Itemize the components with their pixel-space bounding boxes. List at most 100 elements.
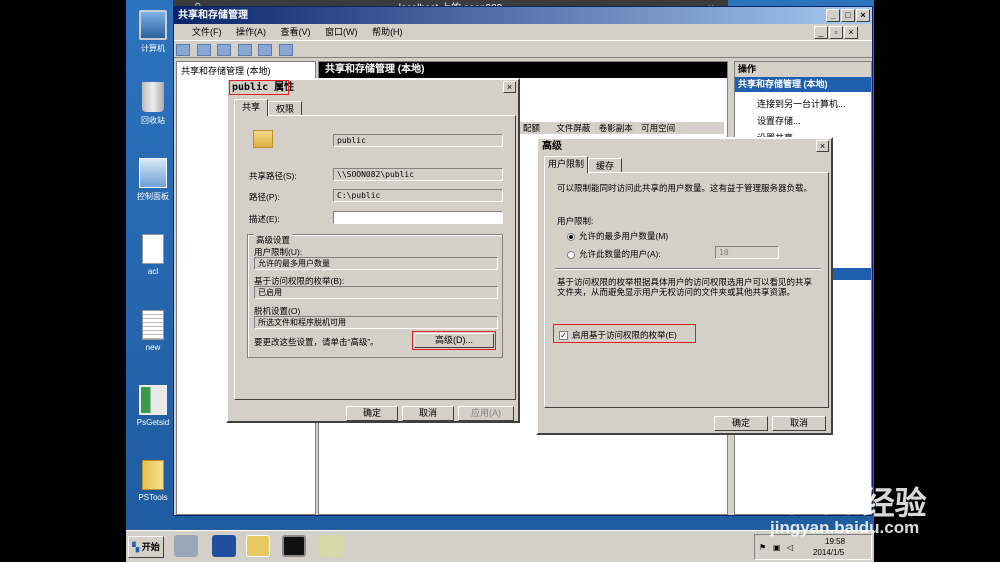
start-label: 开始 <box>141 542 160 552</box>
abe-field: 已启用 <box>254 286 498 299</box>
desktop-icon-label: new <box>145 343 161 352</box>
column-quota[interactable]: 配额 <box>523 123 540 133</box>
computer-icon <box>139 10 167 40</box>
advanced-dialog: 高级 × 用户限制 缓存 可以限制能同时访问此共享的用户数量。这有益于管理服务器… <box>536 137 833 435</box>
close-button[interactable]: × <box>856 9 870 22</box>
user-count-spinner[interactable]: 10 <box>715 246 779 259</box>
back-icon[interactable] <box>176 44 190 56</box>
desktop-icon-control-panel[interactable]: 控制面板 <box>130 158 176 202</box>
ok-button[interactable]: 确定 <box>714 416 768 431</box>
child-minimize-button[interactable]: _ <box>814 26 828 39</box>
control-panel-icon <box>139 158 167 188</box>
ok-button[interactable]: 确定 <box>346 406 398 421</box>
advanced-group-label: 高级设置 <box>254 234 293 246</box>
window-titlebar: 共享和存储管理 _ □ × <box>174 7 872 24</box>
action-pane-icon[interactable] <box>278 44 293 56</box>
properties-dialog: public 属性 × 共享 权限 public 共享路径(S): \\SOON… <box>226 78 520 423</box>
network-icon[interactable]: ▣ <box>773 543 781 552</box>
column-headers: 配额 文件屏蔽 卷影副本 可用空间 <box>519 122 724 134</box>
desktop-icon-label: 回收站 <box>141 116 165 125</box>
menu-file[interactable]: 文件(F) <box>192 27 222 37</box>
desktop-icon-label: 控制面板 <box>137 192 169 201</box>
share-path-field: \\SOON082\public <box>333 168 503 181</box>
properties-icon[interactable] <box>237 44 252 56</box>
application-icon <box>139 385 167 415</box>
shared-folder-icon <box>253 130 273 148</box>
text-file-icon <box>142 310 164 340</box>
flag-icon[interactable]: ⚑ <box>759 543 766 552</box>
desktop-icon-acl[interactable]: acl <box>130 234 176 276</box>
action-connect[interactable]: 连接到另一台计算机... <box>757 96 871 113</box>
radio-max-users[interactable]: 允许的最多用户数量(M) <box>567 230 668 242</box>
menu-view[interactable]: 查看(V) <box>281 27 311 37</box>
explorer-icon[interactable] <box>246 535 270 557</box>
apply-button[interactable]: 应用(A) <box>458 406 514 421</box>
column-file-screen[interactable]: 文件屏蔽 <box>556 123 590 133</box>
tree-root-label: 共享和存储管理 (本地) <box>181 66 271 76</box>
dialog-close-button[interactable]: × <box>503 81 516 93</box>
volume-icon[interactable]: ◁ <box>787 543 793 552</box>
toolbar <box>174 40 872 58</box>
abe-description: 基于访问权限的枚举根据具体用户的访问权限选用户可以看见的共享文件夹，从而避免显示… <box>557 277 813 297</box>
description-input[interactable] <box>333 211 503 224</box>
advanced-hint: 要更改这些设置，请单击“高级”。 <box>254 337 379 347</box>
user-limit-field: 允许的最多用户数量 <box>254 257 498 270</box>
tab-caching[interactable]: 缓存 <box>588 158 622 173</box>
forward-icon[interactable] <box>196 44 211 56</box>
radio-user-count-label: 允许此数量的用户(A): <box>579 249 661 259</box>
desktop-icon-label: PSTools <box>138 493 168 502</box>
menu-bar: 文件(F) 操作(A) 查看(V) 窗口(W) 帮助(H) _ ▫ × <box>174 24 872 40</box>
user-limit-tab-page: 可以限制能同时访问此共享的用户数量。这有益于管理服务器负载。 用户限制: 允许的… <box>544 172 829 408</box>
tab-user-limit[interactable]: 用户限制 <box>544 156 588 173</box>
user-limit-group-label: 用户限制: <box>557 216 594 226</box>
powershell-icon[interactable] <box>212 535 236 557</box>
menu-help[interactable]: 帮助(H) <box>372 27 403 37</box>
start-button[interactable]: ▚ 开始 <box>128 536 164 558</box>
folder-icon <box>142 460 164 490</box>
user-limit-description: 可以限制能同时访问此共享的用户数量。这有益于管理服务器负载。 <box>557 183 813 193</box>
column-free-space[interactable]: 可用空间 <box>641 123 675 133</box>
desktop-icon-psgetsid[interactable]: PsGetsid <box>130 385 176 427</box>
menu-action[interactable]: 操作(A) <box>236 27 266 37</box>
dialog-close-button[interactable]: × <box>816 140 829 152</box>
show-tree-icon[interactable] <box>217 44 232 56</box>
file-icon <box>142 234 164 264</box>
desktop-icon-new[interactable]: new <box>130 310 176 352</box>
cancel-button[interactable]: 取消 <box>772 416 826 431</box>
column-shadow-copy[interactable]: 卷影副本 <box>599 123 633 133</box>
tree-root-item[interactable]: 共享和存储管理 (本地) <box>177 62 315 79</box>
child-close-button[interactable]: × <box>844 26 858 39</box>
highlight-box <box>412 331 496 350</box>
path-field: C:\public <box>333 189 503 202</box>
child-restore-button[interactable]: ▫ <box>829 26 843 39</box>
clock-date[interactable]: 2014/1/5 <box>813 548 844 557</box>
share-storage-taskbar-icon[interactable] <box>320 535 344 557</box>
desktop-icon-recycle-bin[interactable]: 回收站 <box>130 82 176 126</box>
path-label: 路径(P): <box>249 192 280 202</box>
help-icon[interactable] <box>258 44 273 56</box>
baidu-url-watermark: jingyan.baidu.com <box>770 518 920 537</box>
desktop-icon-pstools[interactable]: PSTools <box>130 460 176 502</box>
windows-logo-icon: ▚ <box>132 542 140 552</box>
center-header: 共享和存储管理 (本地) <box>319 62 727 78</box>
tab-permissions[interactable]: 权限 <box>268 101 302 116</box>
tab-share[interactable]: 共享 <box>234 99 268 116</box>
minimize-button[interactable]: _ <box>826 9 840 22</box>
taskbar: ▚ 开始 ⚑ ▣ ◁ 19:58 2014/1/5 <box>126 530 874 562</box>
desktop-icon-computer[interactable]: 计算机 <box>130 10 176 54</box>
maximize-button[interactable]: □ <box>841 9 855 22</box>
radio-user-count[interactable]: 允许此数量的用户(A): <box>567 248 661 260</box>
command-prompt-icon[interactable] <box>282 535 306 557</box>
server-manager-icon[interactable] <box>174 535 198 557</box>
desktop-icon-label: PsGetsid <box>136 418 170 427</box>
action-provision-storage[interactable]: 设置存储... <box>757 113 871 130</box>
separator <box>555 268 821 270</box>
share-tab-page: public 共享路径(S): \\SOON082\public 路径(P): … <box>234 115 516 400</box>
radio-indicator-selected <box>567 232 575 241</box>
highlight-box <box>553 324 696 343</box>
actions-section-header[interactable]: 共享和存储管理 (本地) <box>735 77 871 92</box>
cancel-button[interactable]: 取消 <box>402 406 454 421</box>
clock-time[interactable]: 19:58 <box>825 537 845 546</box>
menu-window[interactable]: 窗口(W) <box>325 27 358 37</box>
advanced-settings-group: 高级设置 用户限制(U): 允许的最多用户数量 基于访问权限的枚举(B): 已启… <box>247 234 503 358</box>
